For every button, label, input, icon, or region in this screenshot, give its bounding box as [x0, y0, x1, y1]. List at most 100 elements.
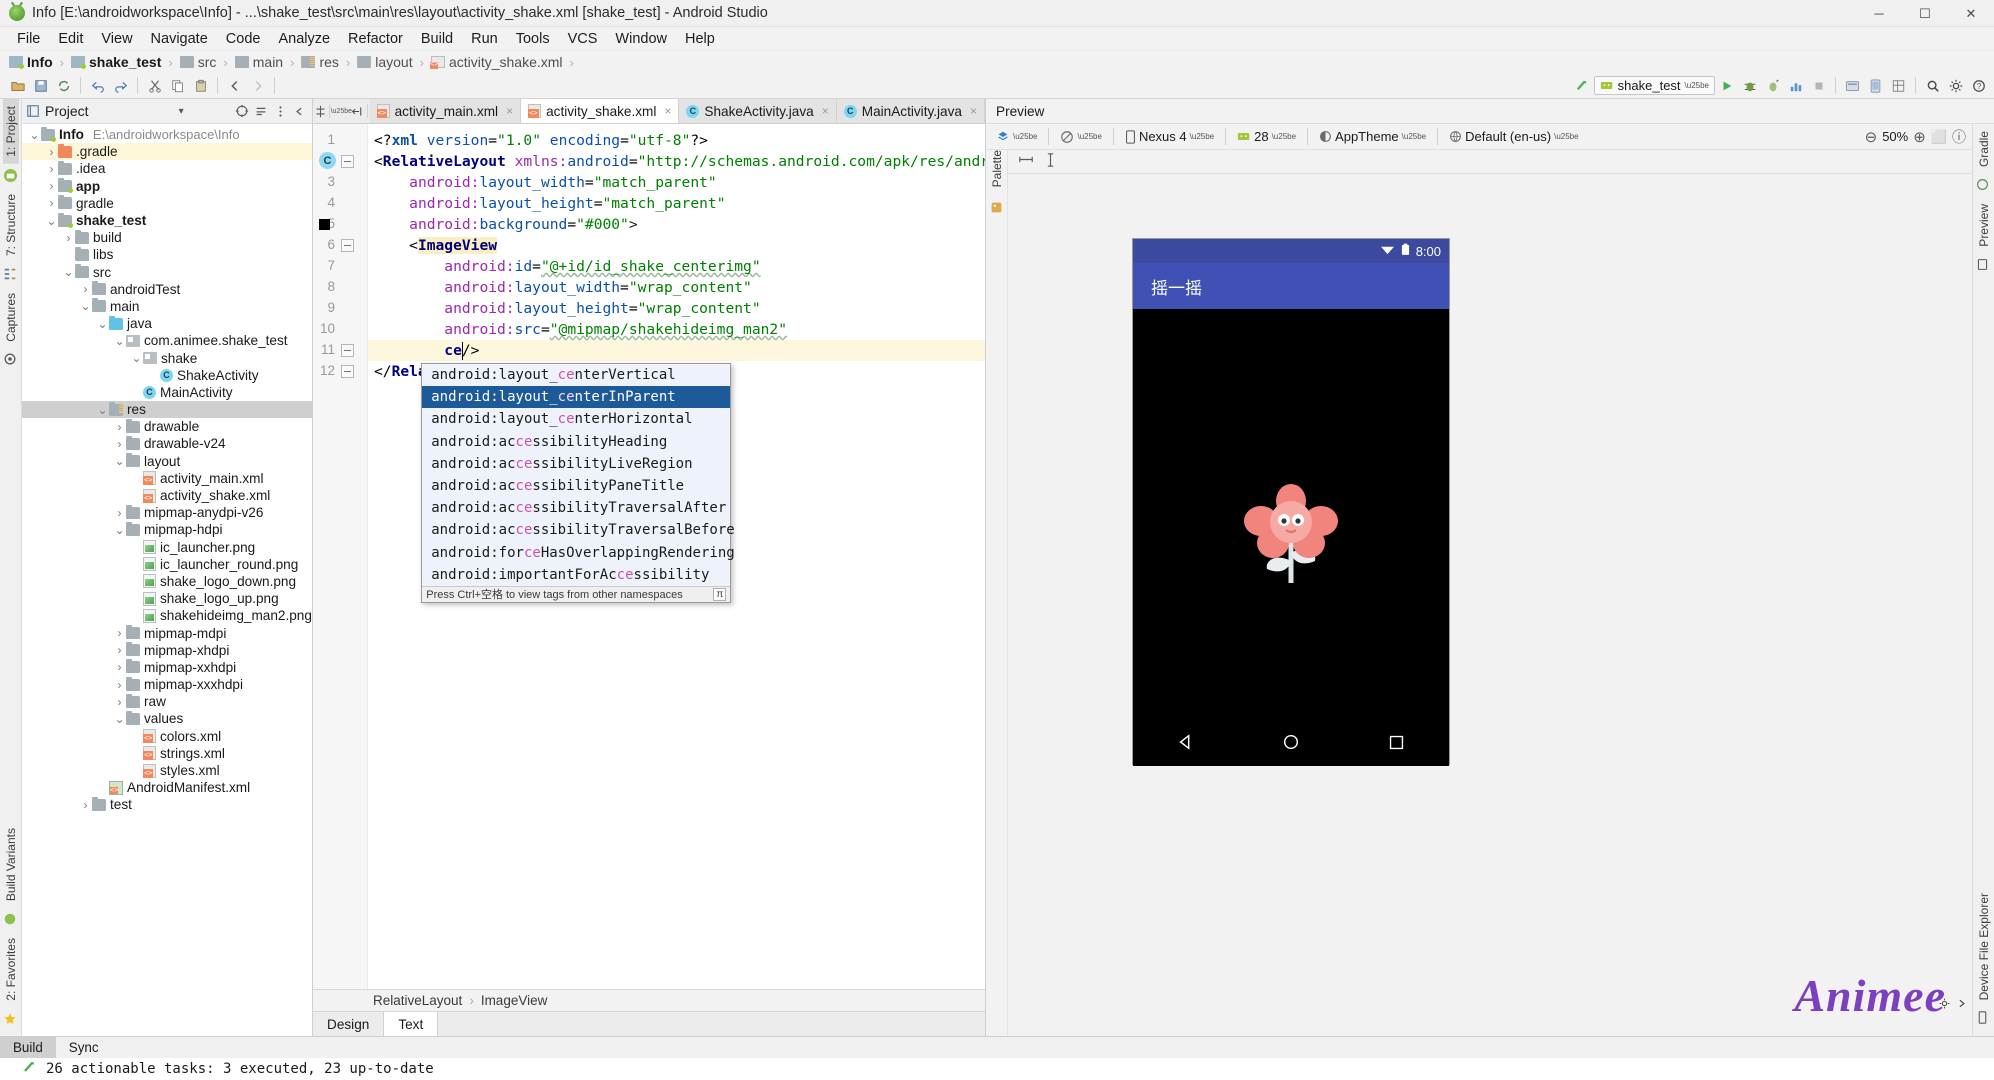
sidebar-item-favorites[interactable]: 2: Favorites	[3, 931, 19, 1008]
editor-tab-bar[interactable]: \u25be activity_main.xml×activity_shake.…	[313, 99, 985, 124]
java-class-gutter-icon[interactable]: C	[319, 152, 336, 169]
chevron-down-icon[interactable]: ⌄	[62, 266, 75, 278]
maximize-button[interactable]: ☐	[1902, 0, 1948, 27]
layout-inspector-icon[interactable]	[1888, 76, 1909, 96]
undo-icon[interactable]	[87, 76, 108, 96]
gear-icon[interactable]	[1945, 76, 1966, 96]
autocomplete-item[interactable]: android:for ce HasOverlappingRendering	[422, 542, 734, 564]
code-line[interactable]: android:background="#000">	[374, 214, 637, 235]
menu-item-window[interactable]: Window	[606, 29, 676, 49]
copy-icon[interactable]	[167, 76, 188, 96]
tree-node-activity_main-xml[interactable]: activity_main.xml	[22, 470, 312, 487]
build-variants-icon[interactable]	[3, 912, 18, 927]
chevron-right-icon[interactable]: ›	[113, 678, 126, 692]
autocomplete-item[interactable]: android:layout_ ce nterVertical	[422, 364, 730, 386]
tree-node-com-animee-shake_test[interactable]: ⌄ com.animee.shake_test	[22, 332, 312, 349]
autocomplete-item[interactable]: android:ac ce ssibilityTraversalAfter	[422, 497, 730, 519]
tree-node-shakeactivity[interactable]: C ShakeActivity	[22, 367, 312, 384]
sidebar-item-gradle[interactable]: Gradle	[1976, 124, 1992, 174]
android-robot-icon[interactable]	[3, 168, 18, 183]
fold-marker[interactable]	[341, 239, 354, 252]
chevron-down-icon[interactable]: ⌄	[113, 455, 126, 467]
window-controls[interactable]: ─ ☐ ✕	[1856, 0, 1994, 27]
design-surface-icon[interactable]: \u25be	[992, 128, 1041, 146]
tree-node--gradle[interactable]: › .gradle	[22, 143, 312, 161]
settings-icon[interactable]	[271, 102, 289, 120]
element-breadcrumb-relativelayout[interactable]: RelativeLayout	[373, 993, 462, 1008]
chevron-right-icon[interactable]: ›	[45, 179, 58, 193]
preview-toolbar[interactable]: \u25be \u25be Nexus 4 \u25be 28 \u25be A…	[986, 124, 1972, 150]
tree-node--idea[interactable]: › .idea	[22, 160, 312, 177]
menu-item-help[interactable]: Help	[676, 29, 724, 49]
tree-node-styles-xml[interactable]: styles.xml	[22, 762, 312, 779]
chevron-down-icon[interactable]: ⌄	[113, 524, 126, 536]
editor-element-breadcrumb[interactable]: RelativeLayout › ImageView	[313, 989, 985, 1011]
tree-node-mipmap-hdpi[interactable]: ⌄ mipmap-hdpi	[22, 521, 312, 538]
stop-icon[interactable]	[1808, 76, 1829, 96]
sidebar-item-preview[interactable]: Preview	[1976, 197, 1992, 254]
constrain-horizontal-icon[interactable]	[1018, 153, 1034, 170]
chevron-down-icon[interactable]: \u25be	[1685, 81, 1709, 90]
breadcrumb[interactable]: Info › shake_test › src › main › res › layout › <> ac…	[0, 51, 1994, 73]
tab-settings-gear-icon[interactable]: \u25be	[331, 99, 352, 123]
tree-node-src[interactable]: ⌄ src	[22, 264, 312, 281]
recents-square-icon[interactable]	[1388, 734, 1405, 755]
chevron-right-icon[interactable]: ›	[113, 643, 126, 657]
gradle-icon[interactable]	[1976, 178, 1991, 193]
editor-tab-mainactivity-java[interactable]: C MainActivity.java ×	[836, 99, 985, 123]
help-icon[interactable]: ?	[1968, 76, 1989, 96]
editor-tab-activity_main-xml[interactable]: activity_main.xml ×	[369, 99, 522, 123]
preview-hide-icon[interactable]	[1955, 997, 1968, 1014]
menu-item-vcs[interactable]: VCS	[559, 29, 607, 49]
editor-mode-text[interactable]: Text	[384, 1012, 439, 1036]
tree-node-colors-xml[interactable]: colors.xml	[22, 728, 312, 745]
structure-icon[interactable]	[3, 267, 18, 282]
chevron-right-icon[interactable]: ›	[79, 282, 92, 296]
tree-node-mipmap-xxhdpi[interactable]: › mipmap-xxhdpi	[22, 659, 312, 676]
fold-marker[interactable]	[341, 344, 354, 357]
build-tab-build[interactable]: Build	[0, 1037, 56, 1058]
breadcrumb-item-main[interactable]: main	[234, 54, 283, 70]
tree-node-drawable-v24[interactable]: › drawable-v24	[22, 435, 312, 452]
code-line[interactable]: android:src="@mipmap/shakehideimg_man2"	[374, 319, 787, 340]
editor-tab-shakeactivity-java[interactable]: C ShakeActivity.java ×	[679, 99, 837, 123]
chevron-right-icon[interactable]: ›	[113, 695, 126, 709]
profiler-icon[interactable]	[1785, 76, 1806, 96]
select-opened-file-icon[interactable]	[351, 99, 365, 123]
chevron-down-icon[interactable]: ⌄	[96, 318, 109, 330]
code-folding-column[interactable]: C	[319, 124, 363, 989]
minimize-button[interactable]: ─	[1856, 0, 1902, 27]
zoom-out-icon[interactable]: ⊖	[1865, 128, 1878, 146]
menu-item-code[interactable]: Code	[217, 29, 270, 49]
hide-panel-icon[interactable]	[290, 102, 308, 120]
orientation-icon[interactable]: \u25be	[1056, 128, 1105, 146]
debug-icon[interactable]	[1739, 76, 1760, 96]
chevron-right-icon[interactable]: ›	[62, 231, 75, 245]
tree-node-app[interactable]: › app	[22, 178, 312, 195]
captures-icon[interactable]	[3, 352, 18, 367]
menu-item-navigate[interactable]: Navigate	[142, 29, 217, 49]
close-icon[interactable]: ×	[664, 104, 671, 118]
fold-marker[interactable]	[341, 155, 354, 168]
sync-icon[interactable]	[53, 76, 74, 96]
code-line[interactable]: android:layout_height="wrap_content"	[374, 298, 760, 319]
sidebar-item-build-variants[interactable]: Build Variants	[3, 821, 19, 908]
close-button[interactable]: ✕	[1948, 0, 1994, 27]
tree-node-res[interactable]: ⌄ res	[22, 401, 312, 419]
attach-debugger-icon[interactable]	[1762, 76, 1783, 96]
tree-node-main[interactable]: ⌄ main	[22, 298, 312, 315]
tree-node-raw[interactable]: › raw	[22, 693, 312, 710]
menu-item-edit[interactable]: Edit	[49, 29, 92, 49]
sidebar-item-device-file-explorer[interactable]: Device File Explorer	[1976, 886, 1992, 1007]
code-line[interactable]: android:id="@+id/id_shake_centerimg"	[374, 256, 760, 277]
build-tool-window-tabs[interactable]: Build Sync	[0, 1036, 1994, 1058]
left-tool-strip[interactable]: 1: Project 7: Structure Captures Build V…	[0, 99, 22, 1036]
tree-node-ic_launcher-png[interactable]: ic_launcher.png	[22, 539, 312, 556]
tree-node-mipmap-xxxhdpi[interactable]: › mipmap-xxxhdpi	[22, 676, 312, 693]
close-icon[interactable]: ×	[822, 104, 829, 118]
chevron-right-icon[interactable]: ›	[113, 506, 126, 520]
chevron-right-icon[interactable]: ›	[113, 437, 126, 451]
tree-node-activity_shake-xml[interactable]: activity_shake.xml	[22, 487, 312, 504]
menu-item-analyze[interactable]: Analyze	[269, 29, 339, 49]
sdk-manager-icon[interactable]	[1842, 76, 1863, 96]
